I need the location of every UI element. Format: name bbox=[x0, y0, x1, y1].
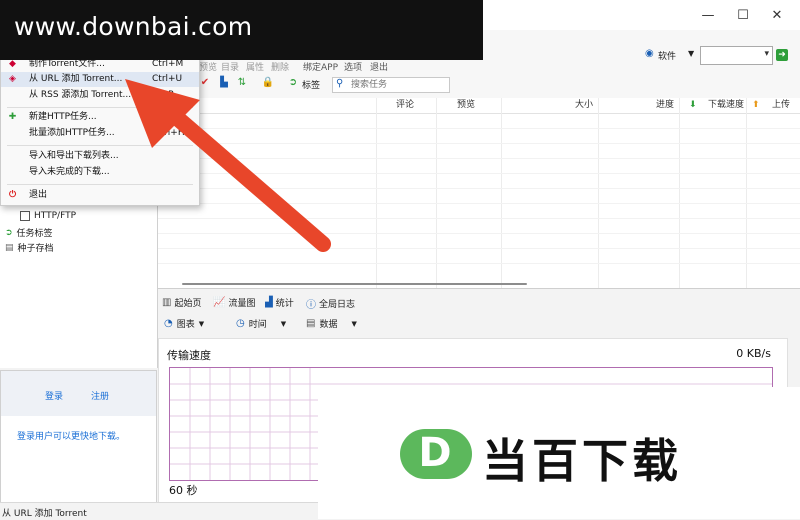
arrow-shaft bbox=[160, 102, 331, 252]
logo-text: 当百下载 bbox=[482, 434, 682, 488]
site-logo: D 当百下载 bbox=[318, 387, 800, 519]
logo-letter: D bbox=[418, 430, 452, 476]
